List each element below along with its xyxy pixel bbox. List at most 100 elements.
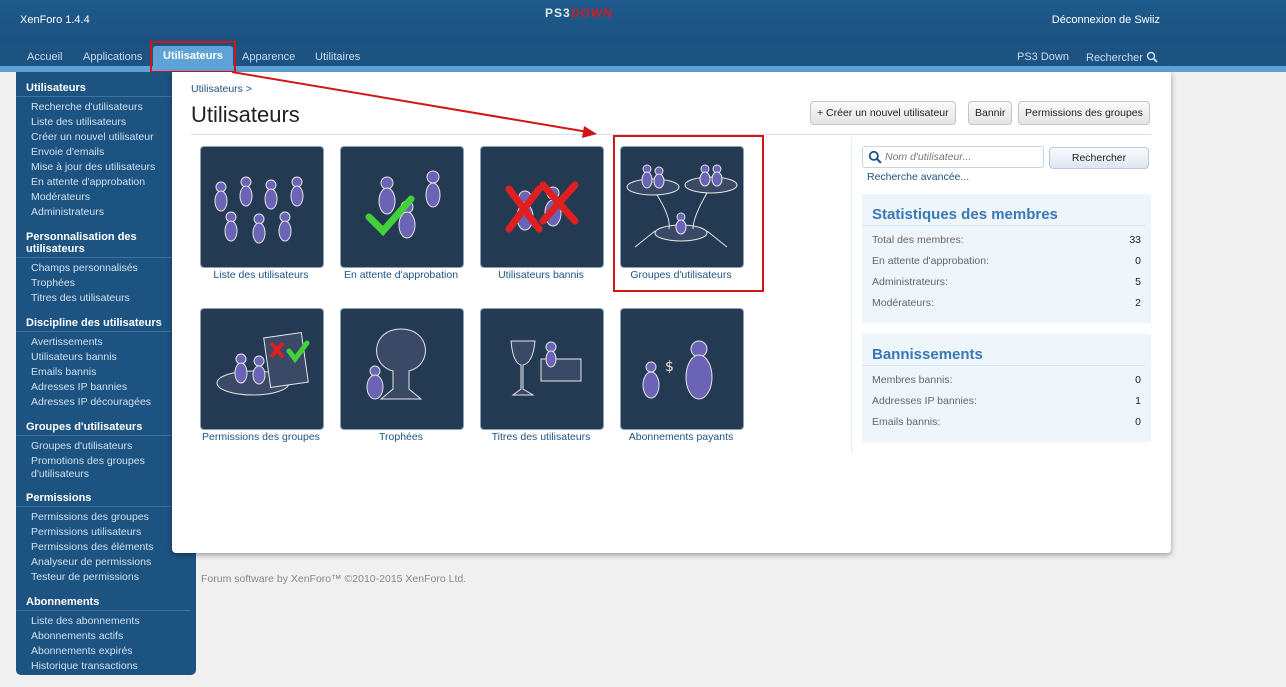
sidebar-section-groupes: Groupes d'utilisateurs Groupes d'utilisa… — [16, 421, 196, 481]
search-icon — [1146, 51, 1158, 63]
username-search-input[interactable]: Nom d'utilisateur... — [862, 146, 1044, 168]
stat-row: En attente d'approbation: 0 — [862, 251, 1151, 272]
sidebar-item-bannis[interactable]: Utilisateurs bannis — [16, 350, 196, 365]
tile-group-permissions[interactable] — [200, 308, 324, 430]
sidebar-section-title[interactable]: Utilisateurs — [16, 82, 190, 97]
tile-label-awaiting[interactable]: En attente d'approbation — [326, 269, 476, 281]
banned-cross-icon — [505, 181, 579, 233]
tile-label-user-list[interactable]: Liste des utilisateurs — [186, 269, 336, 281]
sidebar-item-promotions[interactable]: Promotions des groupes d'utilisateurs — [16, 455, 196, 481]
ban-row: Emails bannis: 0 — [862, 412, 1151, 433]
tile-label-permissions[interactable]: Permissions des groupes — [186, 431, 336, 443]
sidebar-section-abonnements: Abonnements Liste des abonnements Abonne… — [16, 596, 196, 674]
nav-search-label: Rechercher — [1086, 52, 1143, 64]
search-placeholder: Nom d'utilisateur... — [885, 151, 972, 163]
sidebar-item-analyseur[interactable]: Analyseur de permissions — [16, 555, 196, 570]
sidebar-item-moderateurs[interactable]: Modérateurs — [16, 190, 196, 205]
sidebar-item-groupes[interactable]: Groupes d'utilisateurs — [16, 439, 196, 454]
ban-label: Membres bannis: — [872, 374, 953, 386]
create-user-button[interactable]: + Créer un nouvel utilisateur — [810, 101, 956, 125]
tile-label-trophies[interactable]: Trophées — [326, 431, 476, 443]
sidebar-item-ip-decouragees[interactable]: Adresses IP découragées — [16, 395, 196, 410]
sidebar-section-title[interactable]: Groupes d'utilisateurs — [16, 421, 190, 436]
tab-utilitaires[interactable]: Utilitaires — [315, 51, 360, 63]
sidebar-section-title[interactable]: Permissions — [16, 492, 190, 507]
ban-row: Membres bannis: 0 — [862, 370, 1151, 391]
tile-awaiting-approval[interactable] — [340, 146, 464, 268]
tile-trophies[interactable] — [340, 308, 464, 430]
svg-text:$: $ — [665, 359, 674, 375]
sidebar-item-historique[interactable]: Historique transactions — [16, 659, 196, 674]
sidebar-item-perm-groupes[interactable]: Permissions des groupes — [16, 510, 196, 525]
tile-label-subscriptions[interactable]: Abonnements payants — [606, 431, 756, 443]
column-divider — [851, 138, 852, 452]
approve-check-icon — [365, 170, 441, 239]
ban-value: 0 — [1135, 374, 1141, 386]
search-icon — [868, 150, 882, 164]
sidebar: Utilisateurs Recherche d'utilisateurs Li… — [16, 72, 196, 675]
logout-link[interactable]: Déconnexion de Swiiz — [1052, 14, 1160, 26]
sidebar-item-attente[interactable]: En attente d'approbation — [16, 175, 196, 190]
tile-user-titles[interactable] — [480, 308, 604, 430]
member-stats-title: Statistiques des membres — [862, 194, 1145, 226]
sidebar-item-perm-utilisateurs[interactable]: Permissions utilisateurs — [16, 525, 196, 540]
nav-ps3down-link[interactable]: PS3 Down — [1017, 51, 1069, 63]
sidebar-item-testeur[interactable]: Testeur de permissions — [16, 570, 196, 585]
sidebar-item-titres[interactable]: Titres des utilisateurs — [16, 291, 196, 306]
sidebar-section-title[interactable]: Discipline des utilisateurs — [16, 317, 190, 332]
tile-highlight-box — [613, 135, 764, 292]
site-logo[interactable]: PS3DOWN — [545, 6, 613, 20]
tile-user-list[interactable] — [200, 146, 324, 268]
sidebar-section-permissions: Permissions Permissions des groupes Perm… — [16, 492, 196, 585]
breadcrumb[interactable]: Utilisateurs > — [191, 83, 252, 95]
tab-apparence[interactable]: Apparence — [242, 51, 295, 63]
sidebar-item-creer[interactable]: Créer un nouvel utilisateur — [16, 130, 196, 145]
tile-banned-users[interactable] — [480, 146, 604, 268]
tab-accueil[interactable]: Accueil — [27, 51, 62, 63]
sidebar-item-abonnements-actifs[interactable]: Abonnements actifs — [16, 629, 196, 644]
sidebar-section-users: Utilisateurs Recherche d'utilisateurs Li… — [16, 82, 196, 220]
sidebar-section-discipline: Discipline des utilisateurs Avertissemen… — [16, 317, 196, 410]
sidebar-item-liste[interactable]: Liste des utilisateurs — [16, 115, 196, 130]
sidebar-item-perm-elements[interactable]: Permissions des éléments — [16, 540, 196, 555]
group-permissions-button[interactable]: Permissions des groupes — [1018, 101, 1150, 125]
bans-panel: Bannissements Membres bannis: 0 Addresses… — [862, 334, 1151, 442]
logo-right-text: DOWN — [570, 6, 613, 20]
ban-value: 0 — [1135, 416, 1141, 428]
search-button[interactable]: Rechercher — [1049, 147, 1149, 169]
nav-search-link[interactable]: Rechercher — [1086, 51, 1158, 64]
sidebar-item-champs[interactable]: Champs personnalisés — [16, 261, 196, 276]
tile-label-titles[interactable]: Titres des utilisateurs — [466, 431, 616, 443]
tab-highlight-box — [150, 41, 236, 73]
stat-label: En attente d'approbation: — [872, 255, 990, 267]
permissions-icon — [216, 332, 310, 396]
sidebar-item-liste-abonnements[interactable]: Liste des abonnements — [16, 614, 196, 629]
tile-label-banned[interactable]: Utilisateurs bannis — [466, 269, 616, 281]
stat-label: Total des membres: — [872, 234, 964, 246]
top-bar: XenForo 1.4.4 PS3DOWN Déconnexion de Swi… — [0, 0, 1286, 44]
ban-button[interactable]: Bannir — [968, 101, 1013, 125]
title-card-icon — [510, 340, 582, 396]
footer-copyright: Forum software by XenForo™ ©2010-2015 Xe… — [201, 573, 467, 585]
stat-value: 0 — [1135, 255, 1141, 267]
logo-left-text: PS3 — [545, 6, 571, 20]
sidebar-item-administrateurs[interactable]: Administrateurs — [16, 205, 196, 220]
sidebar-item-avertissements[interactable]: Avertissements — [16, 335, 196, 350]
sidebar-item-ip-bannies[interactable]: Adresses IP bannies — [16, 380, 196, 395]
bans-title: Bannissements — [862, 334, 1145, 366]
sidebar-item-recherche[interactable]: Recherche d'utilisateurs — [16, 100, 196, 115]
tab-applications[interactable]: Applications — [83, 51, 142, 63]
sidebar-section-title[interactable]: Personnalisation des utilisateurs — [16, 231, 190, 258]
sidebar-item-maj[interactable]: Mise à jour des utilisateurs — [16, 160, 196, 175]
sidebar-item-emails[interactable]: Envoie d'emails — [16, 145, 196, 160]
advanced-search-link[interactable]: Recherche avancée... — [867, 171, 969, 183]
sidebar-item-emails-bannis[interactable]: Emails bannis — [16, 365, 196, 380]
tile-paid-subscriptions[interactable]: $ — [620, 308, 744, 430]
ban-row: Addresses IP bannies: 1 — [862, 391, 1151, 412]
sidebar-section-title[interactable]: Abonnements — [16, 596, 190, 611]
sidebar-item-abonnements-expires[interactable]: Abonnements expirés — [16, 644, 196, 659]
sidebar-item-trophees[interactable]: Trophées — [16, 276, 196, 291]
stat-label: Modérateurs: — [872, 297, 934, 309]
subscription-icon: $ — [642, 340, 713, 400]
stat-value: 5 — [1135, 276, 1141, 288]
